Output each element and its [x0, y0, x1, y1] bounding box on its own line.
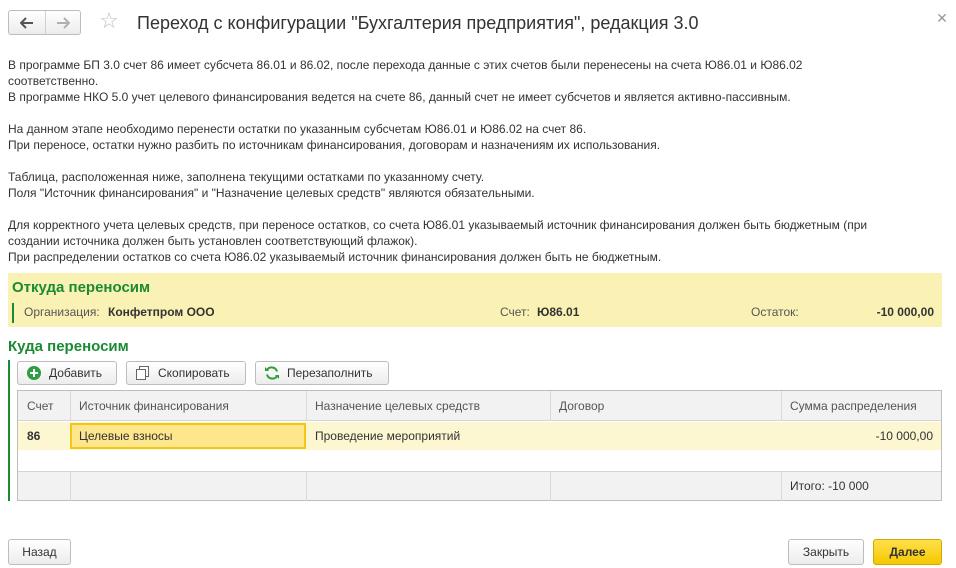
refill-button[interactable]: Перезаполнить	[255, 361, 389, 385]
column-header-account[interactable]: Счет	[18, 391, 70, 420]
distribution-table[interactable]: Счет Источник финансирования Назначение …	[17, 390, 942, 501]
navigation-buttons	[8, 10, 81, 35]
info-line: При переносе, остатки нужно разбить по и…	[8, 138, 661, 152]
window-title: Переход с конфигурации "Бухгалтерия пред…	[137, 13, 699, 33]
copy-button-label: Скопировать	[158, 366, 230, 380]
balance-value: -10 000,00	[876, 305, 934, 319]
table-row[interactable]: 86 Целевые взносы Проведение мероприятий…	[18, 422, 941, 450]
table-header: Счет Источник финансирования Назначение …	[18, 391, 941, 421]
close-button[interactable]: Закрыть	[788, 539, 864, 565]
instructions-text: В программе БП 3.0 счет 86 имеет субсчет…	[8, 57, 948, 265]
add-icon	[26, 365, 42, 381]
info-line: При распределении остатков со счета Ю86.…	[8, 250, 662, 264]
add-button[interactable]: Добавить	[17, 361, 117, 385]
organization-label: Организация:	[24, 305, 100, 319]
column-header-source[interactable]: Источник финансирования	[70, 391, 306, 420]
info-line: В программе БП 3.0 счет 86 имеет субсчет…	[8, 58, 803, 72]
account-label: Счет:	[500, 305, 530, 319]
cell-contract[interactable]	[550, 422, 781, 450]
info-line: Для корректного учета целевых средств, п…	[8, 218, 868, 232]
table-total: Итого: -10 000	[790, 479, 869, 493]
arrow-left-icon	[19, 16, 33, 29]
from-section-title: Откуда переносим	[12, 279, 151, 296]
to-section-title: Куда переносим	[8, 338, 129, 355]
cell-purpose[interactable]: Проведение мероприятий	[306, 422, 550, 450]
column-divider	[781, 391, 782, 421]
column-divider	[550, 391, 551, 421]
info-line: На данном этапе необходимо перенести ост…	[8, 122, 587, 136]
info-line: Поля "Источник финансирования" и "Назнач…	[8, 186, 535, 200]
column-divider	[550, 472, 551, 501]
column-header-amount[interactable]: Сумма распределения	[781, 391, 941, 420]
add-button-label: Добавить	[49, 366, 103, 380]
balance-label: Остаток:	[751, 305, 799, 319]
column-divider	[306, 472, 307, 501]
info-line: создании источника должен быть установле…	[8, 234, 418, 248]
account-value: Ю86.01	[537, 305, 580, 319]
table-footer: Итого: -10 000	[18, 471, 941, 501]
back-nav-button[interactable]	[9, 11, 45, 34]
from-section: Откуда переносим Организация: Конфетпром…	[8, 273, 942, 327]
column-header-contract[interactable]: Договор	[550, 391, 781, 420]
cell-amount[interactable]: -10 000,00	[781, 422, 941, 450]
arrow-right-icon	[56, 16, 70, 29]
next-button[interactable]: Далее	[873, 539, 942, 565]
copy-icon	[135, 365, 151, 381]
to-section-marker	[8, 360, 10, 501]
organization-value: Конфетпром ООО	[108, 305, 215, 319]
cell-source[interactable]: Целевые взносы	[70, 423, 306, 449]
column-divider	[70, 472, 71, 501]
refresh-icon	[264, 365, 280, 381]
star-icon[interactable]: ☆	[96, 9, 122, 35]
forward-nav-button[interactable]	[44, 11, 81, 34]
column-header-purpose[interactable]: Назначение целевых средств	[306, 391, 550, 420]
refill-button-label: Перезаполнить	[287, 366, 373, 380]
column-divider	[306, 391, 307, 421]
info-line: В программе НКО 5.0 учет целевого финанс…	[8, 90, 791, 104]
column-divider	[70, 391, 71, 421]
close-icon[interactable]: ✕	[934, 11, 950, 27]
from-details: Организация: Конфетпром ООО Счет: Ю86.01…	[12, 303, 938, 323]
info-line: Таблица, расположенная ниже, заполнена т…	[8, 170, 485, 184]
copy-button[interactable]: Скопировать	[126, 361, 246, 385]
back-button[interactable]: Назад	[8, 539, 71, 565]
cell-account[interactable]: 86	[18, 422, 70, 450]
window-header: ☆ Переход с конфигурации "Бухгалтерия пр…	[0, 0, 956, 48]
info-line: соответственно.	[8, 74, 99, 88]
